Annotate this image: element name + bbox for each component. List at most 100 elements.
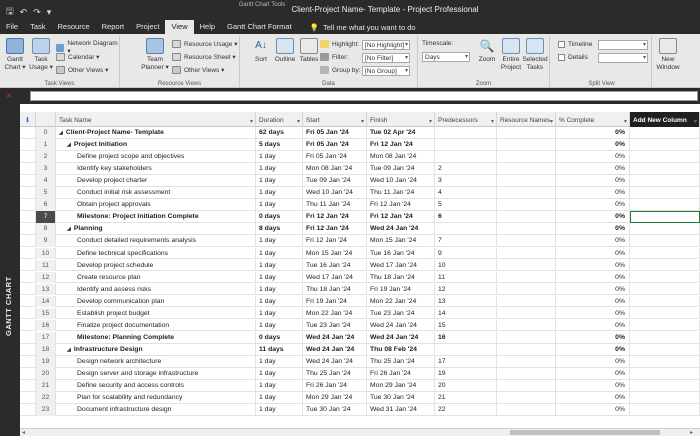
task-name-cell[interactable]: Define technical specifications bbox=[56, 247, 256, 260]
row-number[interactable]: 23 bbox=[36, 404, 56, 416]
duration-cell[interactable]: 1 day bbox=[256, 355, 303, 368]
task-name-cell[interactable]: Milestone: Project Initiation Complete bbox=[56, 211, 256, 224]
indicator-cell[interactable] bbox=[20, 163, 36, 175]
percent-complete-cell[interactable]: 0% bbox=[556, 139, 630, 151]
row-number[interactable]: 12 bbox=[36, 271, 56, 284]
row-number[interactable]: 18 bbox=[36, 343, 56, 356]
table-row[interactable]: 10 Define technical specifications 1 day Mo… bbox=[20, 247, 700, 260]
task-name-cell[interactable]: ◢ Project Initiation bbox=[56, 139, 256, 151]
predecessors-cell[interactable]: 17 bbox=[435, 355, 497, 368]
start-cell[interactable]: Wed 10 Jan '24 bbox=[303, 187, 367, 199]
predecessors-cell[interactable] bbox=[435, 223, 497, 236]
details-checkbox[interactable]: Details bbox=[558, 54, 588, 61]
add-new-column-cell[interactable] bbox=[630, 127, 700, 139]
indicator-cell[interactable] bbox=[20, 343, 36, 356]
indicator-cell[interactable] bbox=[20, 175, 36, 187]
predecessors-cell[interactable]: 16 bbox=[435, 331, 497, 344]
add-new-column-cell[interactable] bbox=[630, 307, 700, 320]
row-number[interactable]: 13 bbox=[36, 283, 56, 296]
table-row[interactable]: 4 Develop project charter 1 day Tue 09 Jan … bbox=[20, 175, 700, 187]
table-row[interactable]: 0 ◢ Client-Project Name- Template 62 days Fr… bbox=[20, 127, 700, 139]
indicator-cell[interactable] bbox=[20, 127, 36, 139]
start-cell[interactable]: Mon 15 Jan '24 bbox=[303, 247, 367, 260]
row-number[interactable]: 21 bbox=[36, 380, 56, 392]
entire-project-button[interactable]: Entire Project bbox=[498, 38, 524, 72]
finish-cell[interactable]: Mon 08 Jan '24 bbox=[367, 151, 435, 163]
add-new-column-cell[interactable] bbox=[630, 211, 700, 224]
indicator-cell[interactable] bbox=[20, 295, 36, 308]
task-name-cell[interactable]: Design server and storage infrastructure bbox=[56, 368, 256, 380]
task-name-cell[interactable]: Conduct detailed requirements analysis bbox=[56, 235, 256, 248]
row-number[interactable]: 19 bbox=[36, 355, 56, 368]
tell-me-search[interactable]: 💡 Tell me what you want to do bbox=[298, 23, 416, 32]
add-new-column-cell[interactable] bbox=[630, 404, 700, 416]
indicator-cell[interactable] bbox=[20, 271, 36, 284]
scroll-right-icon[interactable]: ▸ bbox=[690, 429, 693, 436]
percent-complete-cell[interactable]: 0% bbox=[556, 259, 630, 272]
resource-usage-button[interactable]: Resource Usage ▾ bbox=[172, 40, 237, 48]
task-name-cell[interactable]: Develop project schedule bbox=[56, 259, 256, 272]
task-other-views-button[interactable]: Other Views ▾ bbox=[56, 66, 108, 74]
finish-cell[interactable]: Fri 12 Jan '24 bbox=[367, 199, 435, 211]
add-new-column-cell[interactable] bbox=[630, 355, 700, 368]
indicator-cell[interactable] bbox=[20, 211, 36, 224]
row-number[interactable]: 22 bbox=[36, 392, 56, 404]
percent-complete-cell[interactable]: 0% bbox=[556, 187, 630, 199]
table-row[interactable]: 5 Conduct initial risk assessment 1 day Wed… bbox=[20, 187, 700, 199]
finish-cell[interactable]: Tue 16 Jan '24 bbox=[367, 247, 435, 260]
table-row[interactable]: 15 Establish project budget 1 day Mon 22 Ja… bbox=[20, 307, 700, 320]
predecessors-cell[interactable]: 14 bbox=[435, 307, 497, 320]
entry-input[interactable] bbox=[30, 91, 698, 101]
predecessors-cell[interactable]: 11 bbox=[435, 271, 497, 284]
duration-cell[interactable]: 11 days bbox=[256, 343, 303, 356]
finish-cell[interactable]: Thu 11 Jan '24 bbox=[367, 187, 435, 199]
finish-cell[interactable]: Tue 23 Jan '24 bbox=[367, 307, 435, 320]
finish-cell[interactable]: Fri 26 Jan '24 bbox=[367, 368, 435, 380]
resource-names-cell[interactable] bbox=[497, 211, 556, 224]
task-name-cell[interactable]: ◢ Client-Project Name- Template bbox=[56, 127, 256, 139]
finish-cell[interactable]: Fri 19 Jan '24 bbox=[367, 283, 435, 296]
horizontal-scrollbar[interactable]: ◂ ▸ bbox=[20, 428, 700, 436]
resource-names-cell[interactable] bbox=[497, 392, 556, 404]
predecessors-cell[interactable]: 2 bbox=[435, 163, 497, 175]
finish-cell[interactable]: Thu 08 Feb '24 bbox=[367, 343, 435, 356]
row-number[interactable]: 20 bbox=[36, 368, 56, 380]
finish-cell[interactable]: Wed 10 Jan '24 bbox=[367, 175, 435, 187]
table-row[interactable]: 6 Obtain project approvals 1 day Thu 11 Jan… bbox=[20, 199, 700, 211]
new-window-button[interactable]: New Window bbox=[654, 38, 682, 72]
finish-cell[interactable]: Mon 29 Jan '24 bbox=[367, 380, 435, 392]
resource-names-cell[interactable] bbox=[497, 331, 556, 344]
duration-cell[interactable]: 1 day bbox=[256, 319, 303, 332]
predecessors-cell[interactable]: 12 bbox=[435, 283, 497, 296]
start-cell[interactable]: Fri 05 Jan '24 bbox=[303, 151, 367, 163]
collapse-triangle-icon[interactable]: ◢ bbox=[59, 130, 63, 136]
task-usage-button[interactable]: Task Usage ▾ bbox=[28, 38, 54, 72]
percent-complete-cell[interactable]: 0% bbox=[556, 199, 630, 211]
tab-resource[interactable]: Resource bbox=[52, 20, 96, 34]
add-new-column-cell[interactable] bbox=[630, 223, 700, 236]
add-new-column-cell[interactable] bbox=[630, 259, 700, 272]
duration-cell[interactable]: 1 day bbox=[256, 283, 303, 296]
table-row[interactable]: 12 Create resource plan 1 day Wed 17 Jan '2… bbox=[20, 271, 700, 284]
predecessors-cell[interactable]: 22 bbox=[435, 404, 497, 416]
task-name-cell[interactable]: Establish project budget bbox=[56, 307, 256, 320]
duration-cell[interactable]: 1 day bbox=[256, 235, 303, 248]
indicator-cell[interactable] bbox=[20, 151, 36, 163]
add-new-column-cell[interactable] bbox=[630, 380, 700, 392]
finish-cell[interactable]: Tue 09 Jan '24 bbox=[367, 163, 435, 175]
gantt-chart-button[interactable]: Gantt Chart ▾ bbox=[2, 38, 28, 72]
row-number[interactable]: 14 bbox=[36, 295, 56, 308]
percent-complete-cell[interactable]: 0% bbox=[556, 211, 630, 224]
resource-names-cell[interactable] bbox=[497, 307, 556, 320]
finish-cell[interactable]: Wed 24 Jan '24 bbox=[367, 223, 435, 236]
resource-names-cell[interactable] bbox=[497, 199, 556, 211]
task-name-cell[interactable]: Plan for scalability and redundancy bbox=[56, 392, 256, 404]
percent-complete-cell[interactable]: 0% bbox=[556, 151, 630, 163]
start-cell[interactable]: Tue 30 Jan '24 bbox=[303, 404, 367, 416]
indicator-cell[interactable] bbox=[20, 187, 36, 199]
duration-cell[interactable]: 62 days bbox=[256, 127, 303, 139]
table-row[interactable]: 22 Plan for scalability and redundancy 1 d… bbox=[20, 392, 700, 404]
predecessors-cell[interactable]: 4 bbox=[435, 187, 497, 199]
row-number[interactable]: 2 bbox=[36, 151, 56, 163]
task-name-cell[interactable]: Define security and access controls bbox=[56, 380, 256, 392]
